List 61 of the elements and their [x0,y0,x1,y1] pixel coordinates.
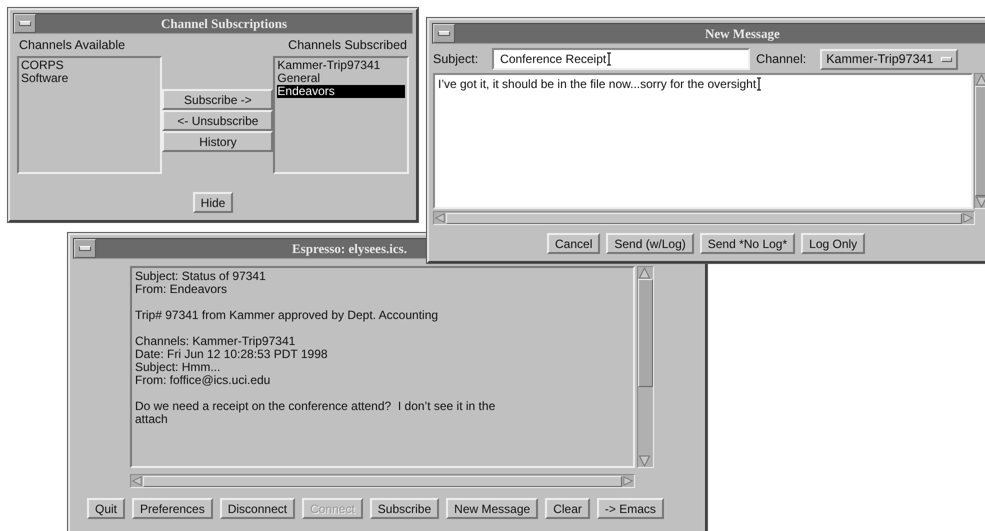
action-button[interactable]: Disconnect [220,498,296,519]
message-line: Subject: Status of 97341 [135,270,267,283]
channel-list[interactable]: Kammer-Trip97341 General Endeavors [273,56,409,174]
channel-label: Channel: [756,52,806,66]
up-arrow-icon[interactable] [638,267,651,279]
right-arrow-icon[interactable] [962,213,974,223]
window-title: Channel Subscriptions [160,16,288,32]
subject-label: Subject: [433,52,478,66]
scrollbar-thumb[interactable] [446,212,962,224]
message-line: From: foffice@ics.uci.edu [135,374,272,387]
action-button[interactable]: Log Only [801,233,866,254]
list-item[interactable]: Kammer-Trip97341 [277,59,405,72]
list-label: Channels Available [19,38,126,54]
window-menu-button[interactable] [433,24,455,43]
scrollbar-thumb[interactable] [975,86,985,196]
window-menu-button[interactable] [14,14,36,33]
up-arrow-icon[interactable] [975,74,985,86]
message-body-field[interactable]: I’ve got it, it should be in the file now...sorry for the oversight [433,73,973,209]
window-title: New Message [705,26,780,42]
message-line: Do we need a receipt on the conference attend? I don’t see it in the [135,400,496,413]
action-button[interactable]: Subscribe -> [162,89,274,110]
list-item[interactable]: Endeavors [277,85,405,98]
horizontal-scrollbar[interactable] [433,211,975,225]
left-arrow-icon[interactable] [434,213,446,223]
horizontal-scrollbar[interactable] [130,474,635,488]
subject-field[interactable]: Conference Receipt [492,48,750,70]
list-item[interactable]: Software [21,72,158,85]
action-button[interactable]: Send *No Log* [700,233,796,254]
action-button[interactable]: Subscribe [370,498,440,519]
action-button[interactable]: Send (w/Log) [606,233,694,254]
message-line: attach [135,413,169,426]
action-button[interactable]: Clear [545,498,590,519]
left-arrow-icon[interactable] [131,476,143,486]
scrollbar-thumb[interactable] [638,279,653,387]
list-item[interactable]: General [277,72,405,85]
action-button[interactable]: Cancel [547,233,600,254]
channel-dropdown[interactable]: Kammer-Trip97341 [820,48,958,70]
action-button[interactable]: -> Emacs [596,498,664,519]
vertical-scrollbar[interactable] [637,266,654,468]
message-line: Trip# 97341 from Kammer approved by Dept. Accounting [135,309,440,322]
action-button[interactable]: History [162,131,274,152]
message-line: Subject: Hmm... [135,361,222,374]
action-button[interactable]: <- Unsubscribe [162,110,274,131]
message-line: Date: Fri Jun 12 10:28:53 PDT 1998 [135,348,329,361]
list-label: Channels Subscribed [288,38,407,54]
list-item[interactable]: CORPS [21,59,158,72]
action-button[interactable]: Quit [87,498,126,519]
window-menu-button[interactable] [74,239,96,258]
action-button[interactable]: Preferences [132,498,213,519]
window-title: Espresso: elysees.ics. [292,240,407,256]
channel-list[interactable]: CORPS Software [17,56,162,174]
text-cursor-icon [756,77,762,91]
message-line: From: Endeavors [135,283,228,296]
action-button[interactable]: New Message [446,498,538,519]
down-arrow-icon[interactable] [638,455,651,467]
text-cursor-icon [606,52,612,66]
message-line: Channels: Kammer-Trip97341 [135,335,296,348]
scrollbar-thumb[interactable] [143,476,622,486]
hide-button[interactable]: Hide [192,192,234,213]
down-arrow-icon[interactable] [975,196,985,208]
right-arrow-icon[interactable] [622,476,634,486]
